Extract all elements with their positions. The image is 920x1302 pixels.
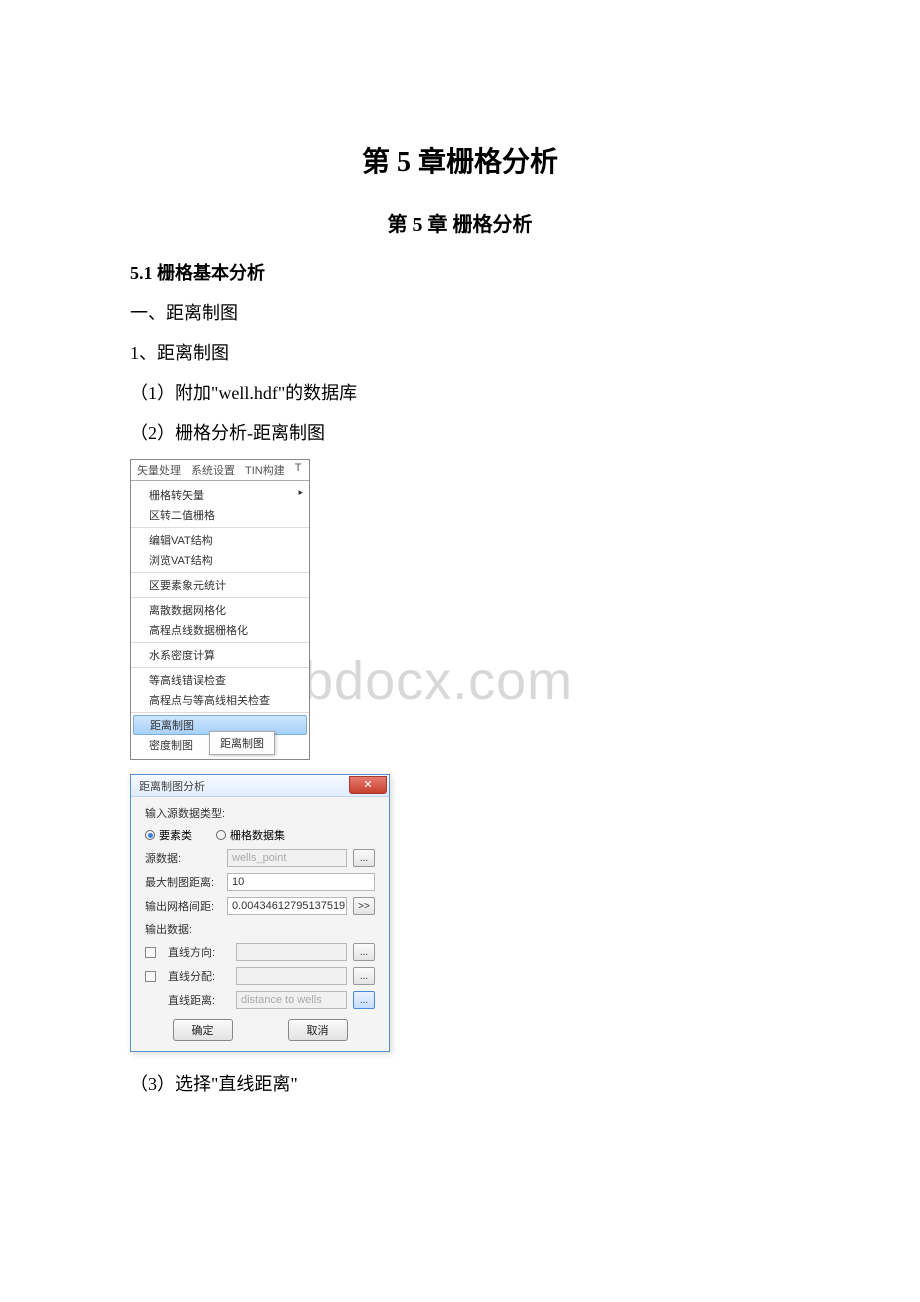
radio-raster-label: 栅格数据集 [230, 827, 285, 843]
menubar-item[interactable]: 矢量处理 [137, 462, 181, 478]
text-line: 1、距离制图 [130, 339, 790, 365]
menu-item-zone-binary[interactable]: 区转二值栅格 [131, 505, 309, 525]
straight-allocation-browse[interactable]: ... [353, 967, 375, 985]
source-data-label: 源数据: [145, 850, 221, 866]
ok-button[interactable]: 确定 [173, 1019, 233, 1041]
dialog-titlebar: 距离制图分析 ✕ [131, 775, 389, 797]
menubar-item[interactable]: 系统设置 [191, 462, 235, 478]
straight-distance-label: 直线距离: [168, 992, 230, 1008]
text-line: （3）选择"直线距离" [130, 1070, 790, 1096]
radio-feature-label: 要素类 [159, 827, 192, 843]
straight-distance-browse[interactable]: ... [353, 991, 375, 1009]
menu-item-elev-contour-check[interactable]: 高程点与等高线相关检查 [131, 690, 309, 710]
menu-item-edit-vat[interactable]: 编辑VAT结构 [131, 530, 309, 550]
cell-size-label: 输出网格间距: [145, 898, 221, 914]
menu-item-contour-check[interactable]: 等高线错误检查 [131, 670, 309, 690]
distance-dialog: 距离制图分析 ✕ 输入源数据类型: 要素类 栅格数据集 源数据: [130, 774, 390, 1052]
straight-allocation-checkbox[interactable] [145, 971, 156, 982]
submenu-flyout[interactable]: 距离制图 [209, 731, 275, 755]
source-browse-button[interactable]: ... [353, 849, 375, 867]
output-data-label: 输出数据: [145, 921, 192, 937]
menu-item-elev-rasterize[interactable]: 高程点线数据栅格化 [131, 620, 309, 640]
straight-direction-browse[interactable]: ... [353, 943, 375, 961]
max-distance-label: 最大制图距离: [145, 874, 221, 890]
menubar-item[interactable]: T [295, 462, 302, 478]
section-5-1-heading: 5.1 栅格基本分析 [130, 259, 790, 285]
text-line: 一、距离制图 [130, 299, 790, 325]
cancel-button[interactable]: 取消 [288, 1019, 348, 1041]
dialog-title: 距离制图分析 [139, 778, 205, 794]
chapter-subtitle: 第 5 章 栅格分析 [130, 208, 790, 237]
text-line: （2）栅格分析-距离制图 [130, 419, 790, 445]
menu-item-browse-vat[interactable]: 浏览VAT结构 [131, 550, 309, 570]
menubar-item[interactable]: TIN构建 [245, 462, 285, 478]
menubar: 矢量处理 系统设置 TIN构建 T [131, 460, 309, 481]
text-line: （1）附加"well.hdf"的数据库 [130, 379, 790, 405]
radio-raster-dataset[interactable] [216, 830, 226, 840]
expand-button[interactable]: >> [353, 897, 375, 915]
chapter-title: 第 5 章栅格分析 [130, 140, 790, 180]
radio-feature-class[interactable] [145, 830, 155, 840]
menu-screenshot: 矢量处理 系统设置 TIN构建 T 栅格转矢量 区转二值栅格 编辑VAT结构 浏… [130, 459, 310, 760]
straight-direction-input[interactable] [236, 943, 347, 961]
cell-size-input[interactable]: 0.00434612795137519 [227, 897, 347, 915]
source-type-label: 输入源数据类型: [145, 805, 225, 821]
straight-direction-label: 直线方向: [168, 944, 230, 960]
menu-item-grid-discrete[interactable]: 离散数据网格化 [131, 600, 309, 620]
straight-allocation-input[interactable] [236, 967, 347, 985]
menu-item-raster-to-vector[interactable]: 栅格转矢量 [131, 485, 309, 505]
max-distance-input[interactable]: 10 [227, 873, 375, 891]
menu-item-drainage-density[interactable]: 水系密度计算 [131, 645, 309, 665]
close-icon: ✕ [363, 778, 372, 791]
straight-allocation-label: 直线分配: [168, 968, 230, 984]
source-data-input[interactable]: wells_point [227, 849, 347, 867]
menu-item-zone-stats[interactable]: 区要素象元统计 [131, 575, 309, 595]
close-button[interactable]: ✕ [349, 776, 387, 794]
straight-distance-input[interactable]: distance to wells [236, 991, 347, 1009]
straight-direction-checkbox[interactable] [145, 947, 156, 958]
